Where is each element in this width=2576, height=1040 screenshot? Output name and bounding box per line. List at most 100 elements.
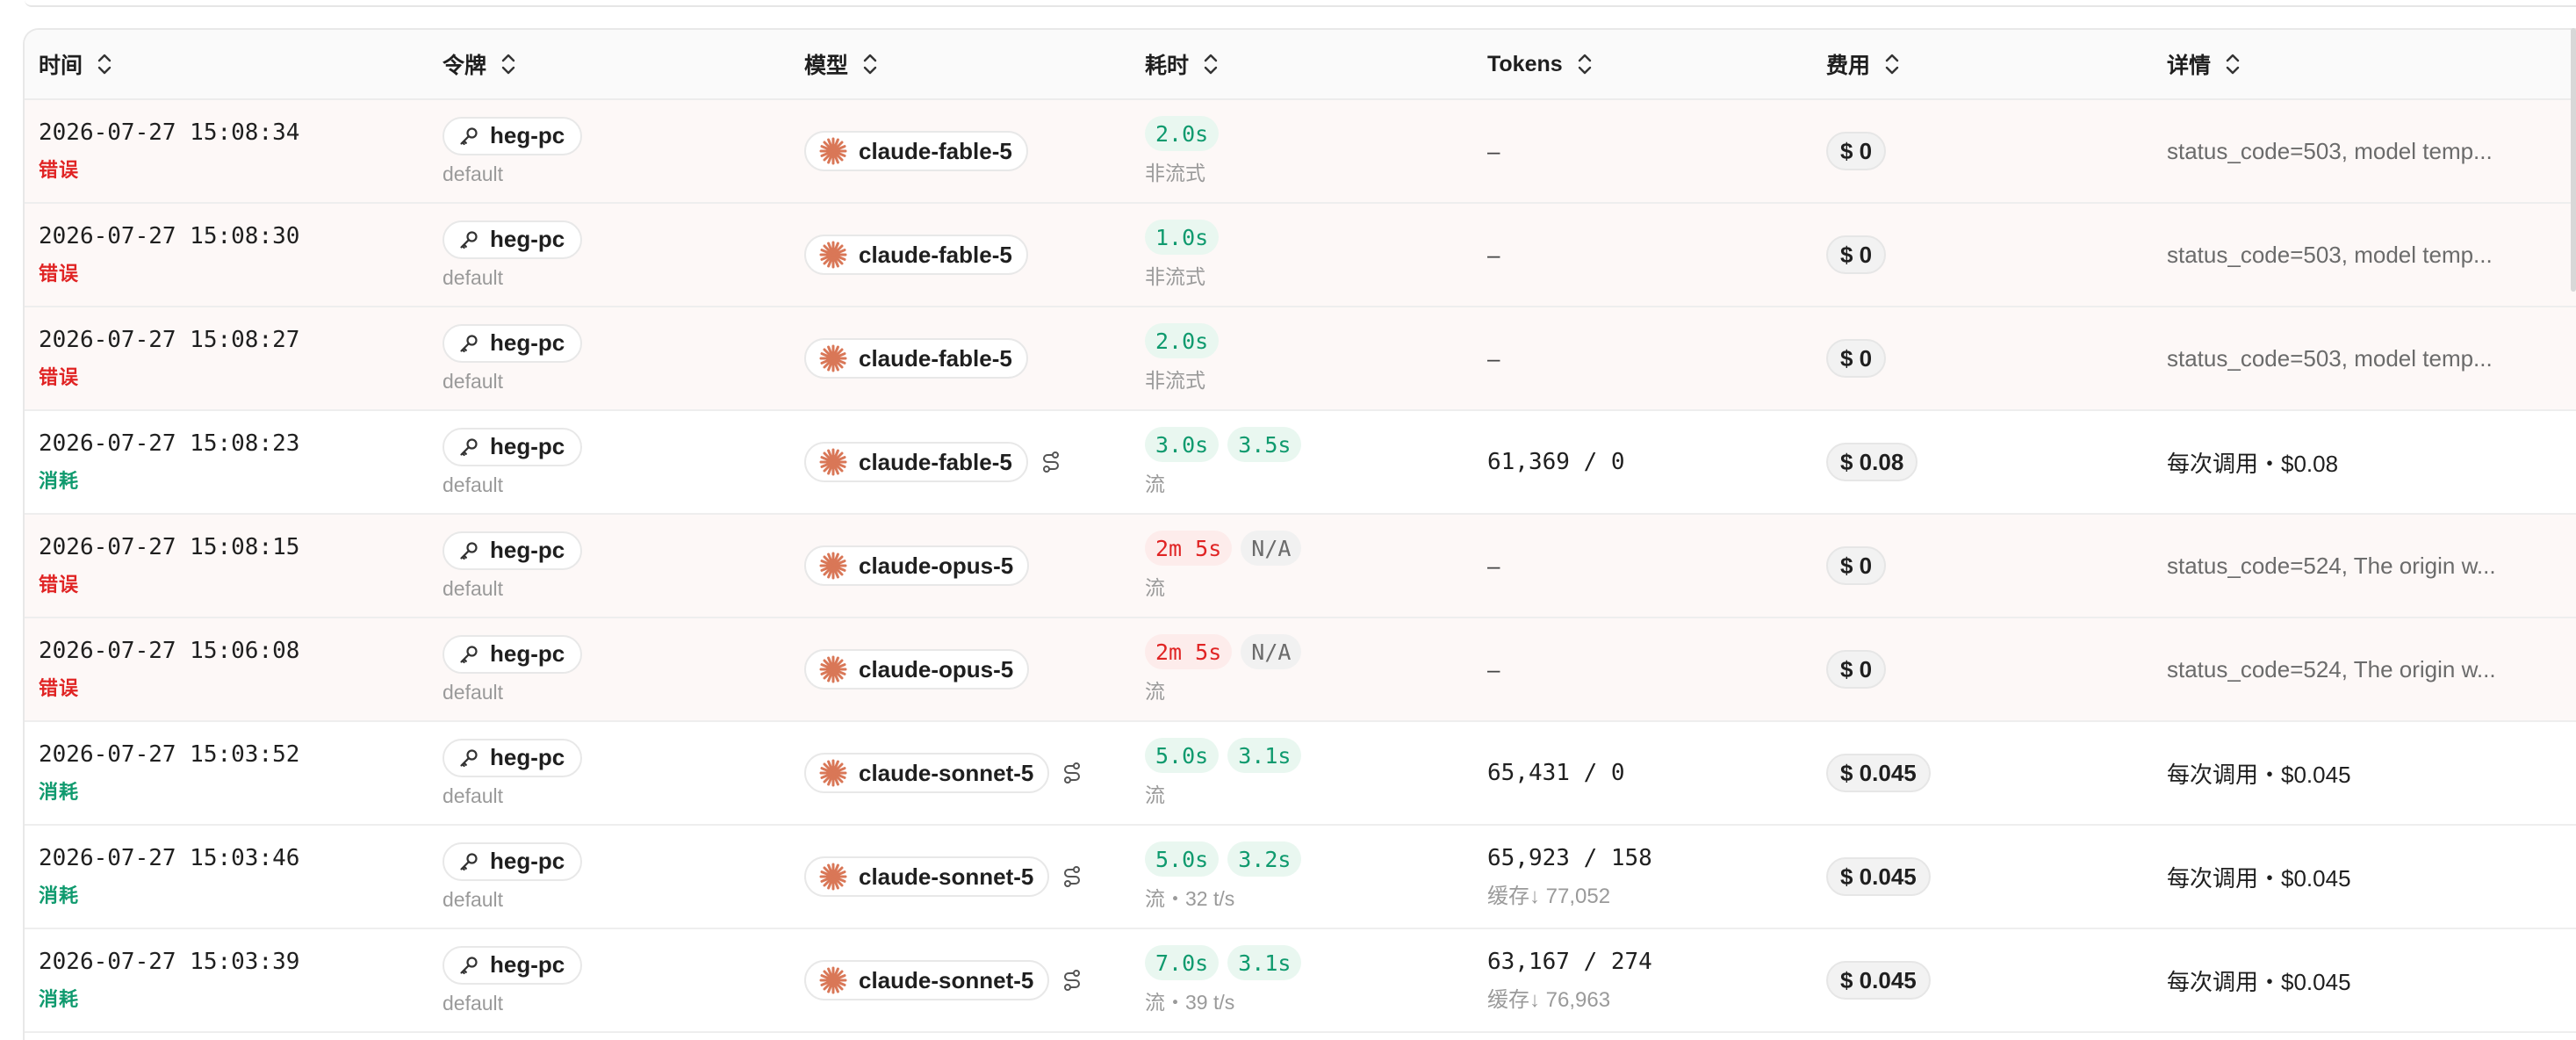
sort-icon[interactable] <box>1575 51 1594 77</box>
token-usage: 61,369 / 0 <box>1487 449 1625 475</box>
duration-cell: 5.0s 3.2s 流・32 t/s <box>1138 826 1479 928</box>
column-header-token[interactable]: 令牌 <box>434 30 797 98</box>
token-pill[interactable]: heg-pc <box>443 841 583 881</box>
model-name: claude-opus-5 <box>859 552 1014 579</box>
sort-icon[interactable] <box>860 51 880 77</box>
detail-text[interactable]: 每次调用・$0.08 <box>2167 446 2576 479</box>
token-pill[interactable]: heg-pc <box>443 427 583 466</box>
status-label: 消耗 <box>39 781 80 803</box>
model-pill[interactable]: claude-sonnet-5 <box>804 753 1050 793</box>
model-cell: claude-fable-5 <box>797 204 1138 306</box>
sort-icon[interactable] <box>1882 51 1902 77</box>
sort-icon[interactable] <box>1201 51 1220 77</box>
cost-cell: $ 0.08 <box>1819 411 2160 513</box>
column-header-duration[interactable]: 耗时 <box>1138 30 1479 98</box>
table-row[interactable]: 2026-07-27 15:06:08 错误 heg-pc default cl… <box>25 618 2576 722</box>
table-row[interactable]: 2026-07-27 15:03:46 消耗 heg-pc default cl… <box>25 826 2576 929</box>
token-group: default <box>443 473 504 496</box>
detail-text[interactable]: status_code=524, The origin w... <box>2167 656 2576 683</box>
status-label: 错误 <box>39 159 80 181</box>
token-pill[interactable]: heg-pc <box>443 116 583 155</box>
time-cell: 2026-07-27 15:03:46 消耗 <box>25 826 434 928</box>
model-pill[interactable]: claude-fable-5 <box>804 235 1028 275</box>
model-cell: claude-sonnet-5 <box>797 722 1138 824</box>
table-row[interactable]: 2026-07-27 15:08:30 错误 heg-pc default cl… <box>25 204 2576 307</box>
token-pill[interactable]: heg-pc <box>443 945 583 985</box>
detail-text[interactable]: status_code=503, model temp... <box>2167 345 2576 372</box>
tokens-cell: – <box>1479 307 1819 409</box>
cost-cell: $ 0 <box>1819 100 2160 202</box>
cost-cell: $ 0 <box>1819 307 2160 409</box>
model-name: claude-fable-5 <box>859 137 1012 164</box>
route-icon[interactable] <box>1061 864 1083 889</box>
tokens-cell: – <box>1479 515 1819 617</box>
column-header-detail[interactable]: 详情 <box>2160 30 2576 98</box>
duration-badge: 2.0s <box>1145 323 1220 358</box>
stream-mode: 非流式 <box>1145 162 1205 184</box>
key-icon <box>458 748 479 769</box>
token-pill[interactable]: heg-pc <box>443 220 583 259</box>
timestamp: 2026-07-27 15:08:30 <box>39 223 300 249</box>
token-usage: 63,167 / 274 <box>1487 948 1652 975</box>
token-name: heg-pc <box>490 640 565 667</box>
key-icon <box>458 955 479 976</box>
token-name: heg-pc <box>490 848 565 874</box>
claude-icon <box>818 654 848 684</box>
model-pill[interactable]: claude-opus-5 <box>804 545 1030 586</box>
table-row[interactable]: 2026-07-27 15:03:52 消耗 heg-pc default cl… <box>25 722 2576 826</box>
column-header-time[interactable]: 时间 <box>25 30 434 98</box>
detail-text[interactable]: 每次调用・$0.045 <box>2167 964 2576 997</box>
status-label: 消耗 <box>39 885 80 906</box>
usage-log-table: 时间 令牌 模型 耗时 Tokens 费用 详情 2026-07-27 15:0… <box>23 28 2576 1040</box>
claude-icon <box>818 240 848 270</box>
status-label: 错误 <box>39 366 80 388</box>
model-pill[interactable]: claude-sonnet-5 <box>804 856 1050 897</box>
token-pill[interactable]: heg-pc <box>443 738 583 777</box>
duration-cell: 5.0s 3.1s 流 <box>1138 722 1479 824</box>
sort-icon[interactable] <box>499 51 518 77</box>
detail-cell: status_code=524, The origin w... <box>2160 618 2576 720</box>
detail-text[interactable]: status_code=503, model temp... <box>2167 242 2576 269</box>
token-pill[interactable]: heg-pc <box>443 531 583 570</box>
sort-icon[interactable] <box>2223 51 2242 77</box>
table-row[interactable]: 2026-07-27 15:08:23 消耗 heg-pc default cl… <box>25 411 2576 515</box>
cost-cell: $ 0 <box>1819 515 2160 617</box>
model-pill[interactable]: claude-sonnet-5 <box>804 960 1050 1000</box>
model-name: claude-fable-5 <box>859 344 1012 372</box>
route-icon[interactable] <box>1061 761 1083 785</box>
token-usage: – <box>1487 241 1500 268</box>
cache-usage: 缓存↓ 76,963 <box>1487 987 1611 1012</box>
detail-text[interactable]: status_code=524, The origin w... <box>2167 552 2576 580</box>
route-icon[interactable] <box>1040 450 1061 474</box>
cost-badge: $ 0 <box>1826 339 1887 378</box>
model-pill[interactable]: claude-fable-5 <box>804 338 1028 379</box>
tokens-cell: 63,167 / 274 缓存↓ 76,963 <box>1479 929 1819 1031</box>
detail-cell: status_code=503, model temp... <box>2160 100 2576 202</box>
table-row[interactable]: 2026-07-27 15:08:34 错误 heg-pc default cl… <box>25 100 2576 204</box>
column-header-model[interactable]: 模型 <box>797 30 1138 98</box>
column-header-tokens[interactable]: Tokens <box>1479 30 1819 98</box>
duration-badge: 7.0s <box>1145 945 1220 980</box>
cost-cell: $ 0 <box>1819 618 2160 720</box>
detail-text[interactable]: 每次调用・$0.045 <box>2167 757 2576 790</box>
model-pill[interactable]: claude-fable-5 <box>804 442 1028 482</box>
table-row[interactable]: 2026-07-27 15:08:15 错误 heg-pc default cl… <box>25 515 2576 618</box>
model-name: claude-sonnet-5 <box>859 759 1034 786</box>
detail-text[interactable]: status_code=503, model temp... <box>2167 138 2576 165</box>
token-name: heg-pc <box>490 744 565 770</box>
model-pill[interactable]: claude-fable-5 <box>804 131 1028 171</box>
table-row[interactable]: 2026-07-27 15:03:39 消耗 heg-pc default cl… <box>25 929 2576 1033</box>
duration-cell: 1.0s 非流式 <box>1138 204 1479 306</box>
detail-cell: 每次调用・$0.045 <box>2160 929 2576 1031</box>
timestamp: 2026-07-27 15:03:52 <box>39 741 300 768</box>
detail-text[interactable]: 每次调用・$0.045 <box>2167 861 2576 893</box>
cache-usage: 缓存↓ 77,052 <box>1487 884 1611 908</box>
table-row[interactable]: 2026-07-27 15:08:27 错误 heg-pc default cl… <box>25 307 2576 411</box>
sort-icon[interactable] <box>95 51 114 77</box>
token-pill[interactable]: heg-pc <box>443 634 583 674</box>
column-header-cost[interactable]: 费用 <box>1819 30 2160 98</box>
model-pill[interactable]: claude-opus-5 <box>804 649 1030 690</box>
token-pill[interactable]: heg-pc <box>443 323 583 363</box>
route-icon[interactable] <box>1061 968 1083 993</box>
vertical-scrollbar[interactable] <box>2571 28 2576 292</box>
